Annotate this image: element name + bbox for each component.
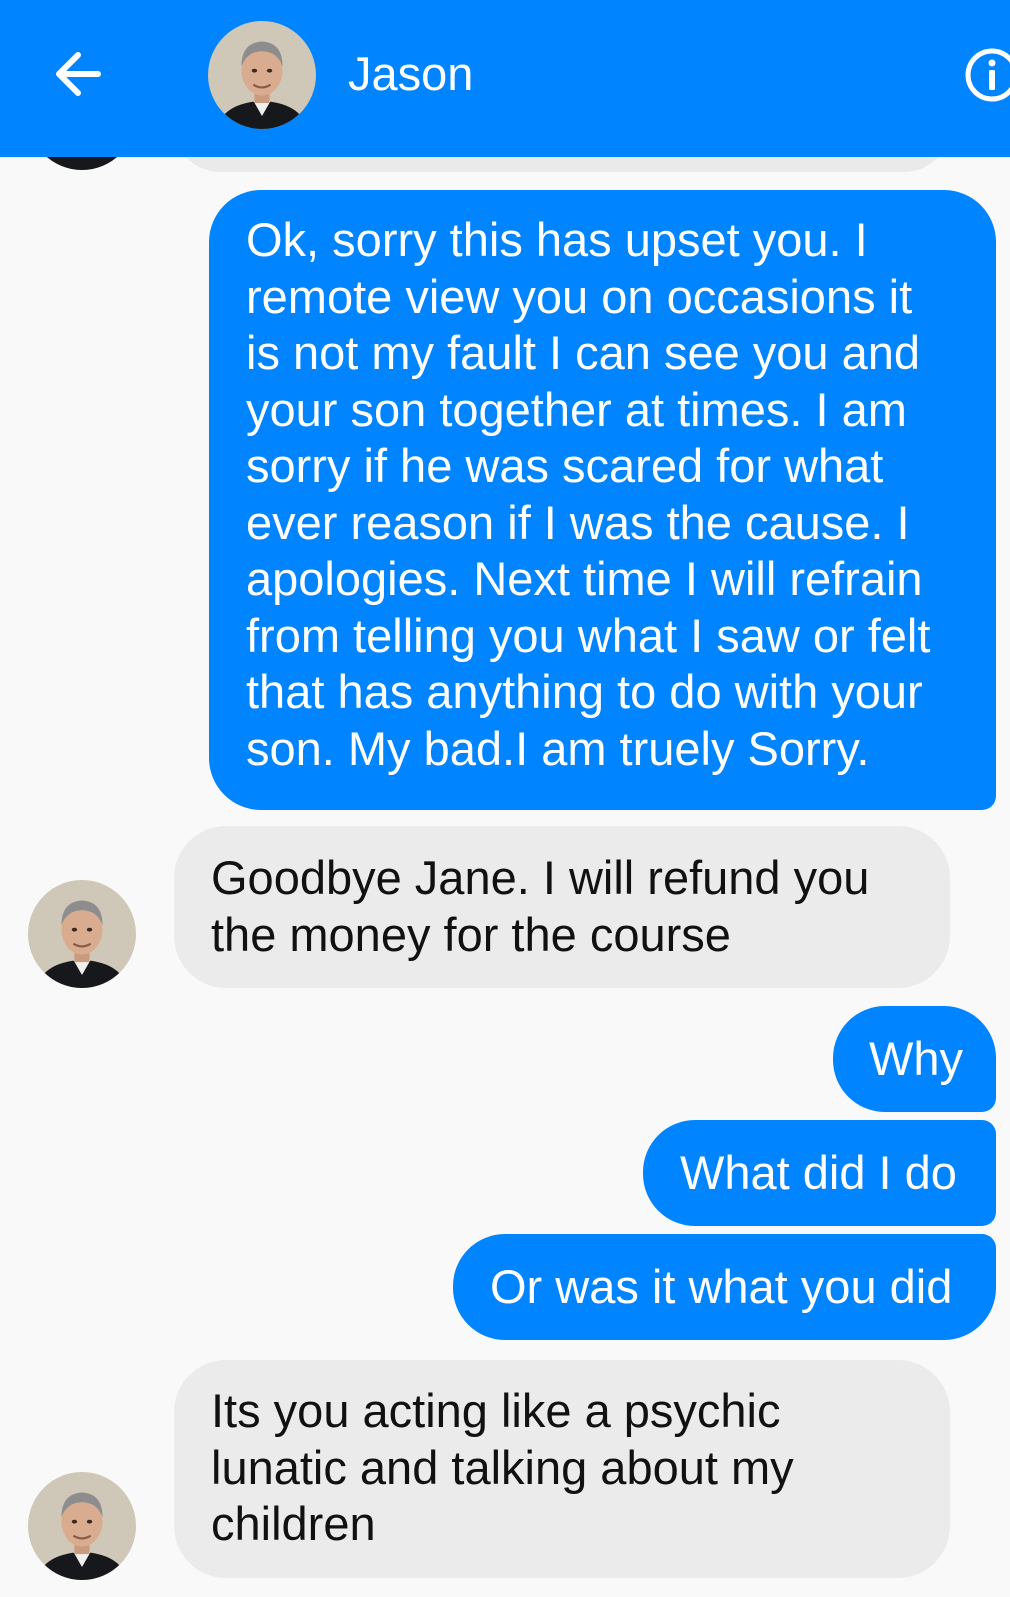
outgoing-message[interactable]: Or was it what you did	[453, 1234, 996, 1340]
outgoing-message[interactable]: Ok, sorry this has upset you. I remote v…	[209, 190, 996, 810]
contact-name[interactable]: Jason	[348, 44, 473, 104]
info-icon	[965, 48, 1010, 102]
incoming-message[interactable]: Its you acting like a psychic lunatic an…	[174, 1360, 950, 1578]
outgoing-message[interactable]: Why	[833, 1006, 996, 1112]
arrow-left-icon	[56, 52, 101, 96]
incoming-message[interactable]: Goodbye Jane. I will refund you the mone…	[174, 826, 950, 988]
contact-avatar[interactable]	[208, 21, 316, 129]
contact-avatar[interactable]	[28, 880, 136, 988]
contact-avatar[interactable]	[28, 1472, 136, 1580]
info-button[interactable]	[962, 45, 1010, 105]
back-button[interactable]	[38, 36, 118, 112]
conversation-header: Jason	[0, 0, 1010, 157]
outgoing-message[interactable]: What did I do	[643, 1120, 996, 1226]
messenger-conversation: Jason Ok, sorry this has upset you. I re…	[0, 0, 1010, 1597]
